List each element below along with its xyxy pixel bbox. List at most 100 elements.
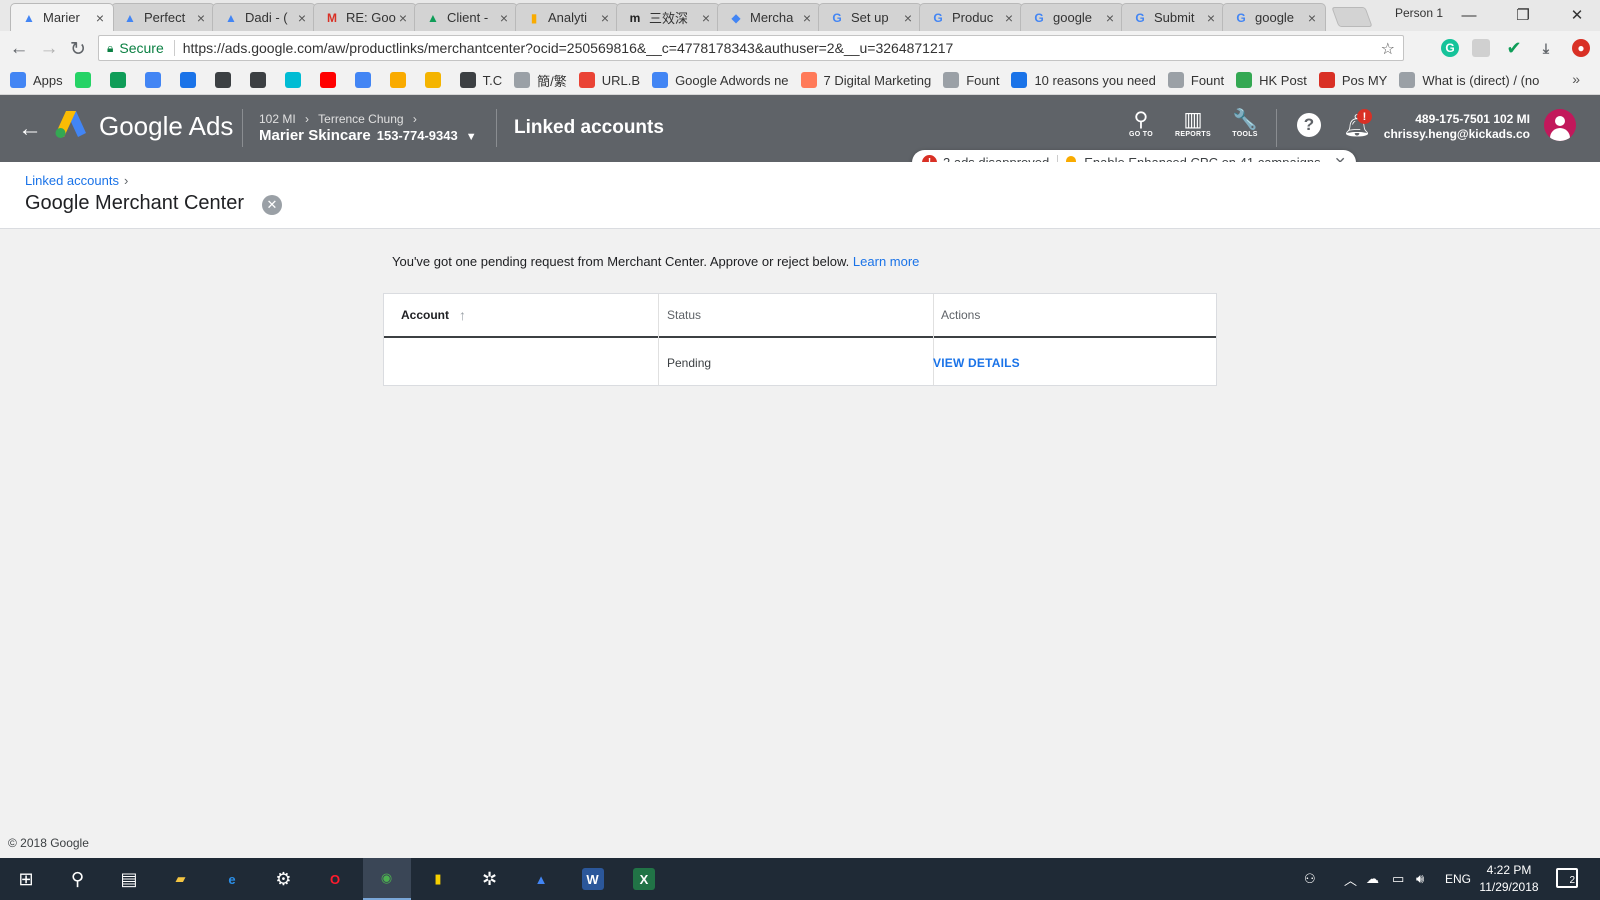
new-tab-button[interactable] [1331,7,1373,27]
breadcrumb-manager[interactable]: 102 MI [259,112,296,126]
extension-icon[interactable] [1472,39,1490,57]
url-text[interactable]: https://ads.google.com/aw/productlinks/m… [183,40,954,56]
browser-tab[interactable]: ▲ Marier × [10,3,114,31]
download-extension-icon[interactable]: ⤓ [1537,39,1555,57]
close-window-icon[interactable]: ✕ [1554,4,1600,26]
close-tab-icon[interactable]: × [396,10,410,26]
restore-icon[interactable]: ❐ [1500,4,1546,26]
browser-tab[interactable]: ◆ Mercha × [717,3,821,31]
close-tab-icon[interactable]: × [194,10,208,26]
grammarly-extension-icon[interactable]: G [1441,39,1459,57]
check-extension-icon[interactable]: ✔ [1505,38,1523,58]
back-arrow-icon[interactable]: ← [18,115,42,143]
view-details-link[interactable]: VIEW DETAILS [933,340,1020,385]
browser-tab[interactable]: ▲ Perfect × [111,3,215,31]
bookmark-item[interactable] [354,72,378,88]
bookmark-item[interactable]: 7 Digital Marketing [800,72,931,88]
adblock-extension-icon[interactable]: ● [1572,39,1590,57]
bookmark-item[interactable] [179,72,203,88]
browser-tab[interactable]: ▲ Dadi - (× [212,3,316,31]
volume-icon[interactable]: 🔊︎ [1416,858,1424,900]
close-tab-icon[interactable]: × [1204,10,1218,26]
language-indicator[interactable]: ENG [1445,858,1471,900]
bookmark-item[interactable]: 10 reasons you need [1011,72,1156,88]
task-view-icon[interactable]: ▤ [105,858,153,900]
avatar[interactable] [1544,109,1576,141]
onedrive-icon[interactable]: ☁ [1366,858,1379,900]
header-tool-tools[interactable]: 🔧 TOOLS [1218,107,1272,138]
browser-tab[interactable]: m 三效深 × [616,3,720,31]
bookmark-item[interactable] [74,72,98,88]
bookmark-item[interactable] [109,72,133,88]
sticky-notes-icon[interactable]: ▮ [414,858,462,900]
browser-tab[interactable]: ▮ Analyti × [515,3,619,31]
chrome-icon[interactable]: ◉ [362,858,411,900]
column-header-account[interactable]: Account ↑ [401,294,466,336]
help-icon[interactable]: ? [1297,113,1321,137]
close-tab-icon[interactable]: × [1103,10,1117,26]
close-tab-icon[interactable]: × [497,10,511,26]
header-tool-go-to[interactable]: ⚲ GO TO [1114,107,1168,138]
slack-icon[interactable]: ✲ [466,858,514,900]
browser-tab[interactable]: G Produc × [919,3,1023,31]
bookmark-item[interactable]: Pos MY [1318,72,1387,88]
bookmark-item[interactable] [424,72,448,88]
account-breadcrumb[interactable]: 102 MI › Terrence Chung › [259,112,417,126]
browser-tab[interactable]: G Submit × [1121,3,1225,31]
windows-start-icon[interactable]: ⊞ [2,858,50,900]
bookmark-item[interactable] [389,72,413,88]
bookmark-item[interactable]: What is (direct) / (no [1399,72,1539,88]
header-tool-reports[interactable]: ▥ REPORTS [1166,107,1220,138]
breadcrumb-linked-accounts[interactable]: Linked accounts [25,173,119,188]
action-center-icon[interactable]: 2 [1556,868,1578,888]
bookmark-star-icon[interactable]: ☆ [1381,39,1395,59]
bookmark-item[interactable]: Fount [1167,72,1224,88]
bookmark-item[interactable] [144,72,168,88]
bookmark-item[interactable]: Fount [943,72,999,88]
browser-tab[interactable]: Ggoogle × [1222,3,1326,31]
learn-more-link[interactable]: Learn more [853,254,919,269]
close-tab-icon[interactable]: × [901,10,915,26]
breadcrumb[interactable]: Linked accounts › [25,173,128,188]
close-tab-icon[interactable]: × [699,10,713,26]
minimize-icon[interactable]: — [1446,4,1492,26]
browser-tab[interactable]: G Set up × [818,3,922,31]
chevron-up-icon[interactable]: ︿ [1344,858,1357,900]
browser-tab[interactable]: M RE: Goo × [313,3,417,31]
close-tab-icon[interactable]: × [598,10,612,26]
account-switcher[interactable]: Marier Skincare 153-774-9343 ▼ [259,127,477,144]
file-explorer-icon[interactable]: ▰ [157,858,205,900]
bookmark-item[interactable] [214,72,238,88]
bookmark-item[interactable] [319,72,343,88]
google-ads-icon[interactable]: ▲ [517,858,565,900]
bookmark-item[interactable]: T.C [459,72,502,88]
sort-arrow-up-icon[interactable]: ↑ [459,307,466,323]
settings-icon[interactable]: ⚙ [260,858,308,900]
battery-icon[interactable]: ▭ [1392,858,1404,900]
bookmark-item[interactable] [249,72,273,88]
close-tab-icon[interactable]: × [1305,10,1319,26]
system-clock[interactable]: 4:22 PM 11/29/2018 [1476,862,1542,896]
people-icon[interactable]: ⚇ [1304,858,1316,900]
excel-icon[interactable]: X [620,858,668,900]
browser-tab[interactable]: Ggoogle × [1020,3,1124,31]
forward-arrow-icon[interactable]: → [37,37,61,61]
google-ads-brand[interactable]: Google Ads [99,111,233,142]
word-icon[interactable]: W [569,858,617,900]
close-icon[interactable]: ✕ [262,195,282,215]
column-header-status[interactable]: Status [667,294,701,336]
breadcrumb-client[interactable]: Terrence Chung [318,112,403,126]
bookmark-item[interactable]: Apps [10,72,63,88]
profile-label[interactable]: Person 1 [1395,6,1443,20]
browser-tab[interactable]: ▲ Client - × [414,3,518,31]
search-icon[interactable]: ⚲ [54,858,102,900]
reload-icon[interactable]: ↻ [66,37,90,61]
bookmark-item[interactable]: URL.B [578,72,640,88]
address-bar[interactable]: 🔒︎ Secure https://ads.google.com/aw/prod… [98,35,1404,61]
close-tab-icon[interactable]: × [295,10,309,26]
opera-icon[interactable]: O [311,858,359,900]
bookmark-item[interactable]: 簡/繁 [514,71,567,90]
back-arrow-icon[interactable]: ← [7,37,31,61]
bookmark-item[interactable] [284,72,308,88]
edge-icon[interactable]: e [208,858,256,900]
